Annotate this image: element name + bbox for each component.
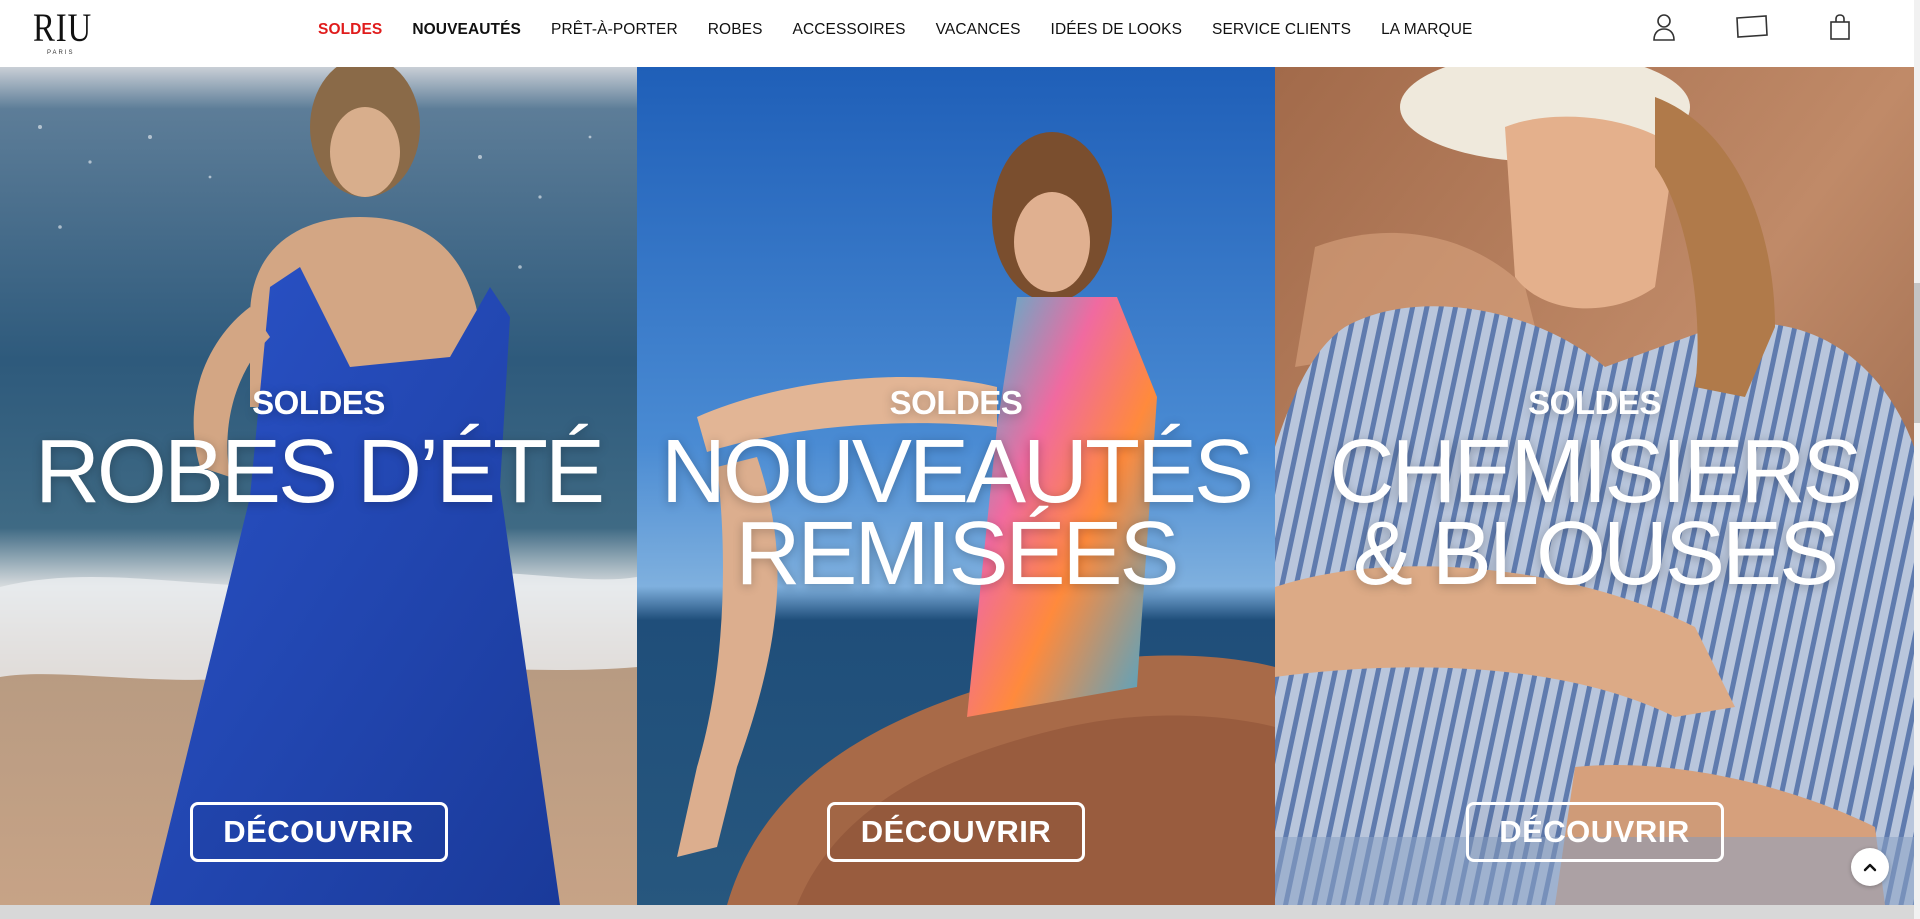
banner-text: SOLDES CHEMISIERS & BLOUSES xyxy=(1275,383,1914,604)
discover-button[interactable]: DÉCOUVRIR xyxy=(827,802,1085,862)
logo-text: RIU xyxy=(33,5,92,50)
nav-item-la-marque[interactable]: LA MARQUE xyxy=(1381,21,1472,39)
site-header: RIU PARIS SOLDES NOUVEAUTÉS PRÊT-À-PORTE… xyxy=(0,0,1914,67)
banner-text: SOLDES NOUVEAUTÉS REMISÉES xyxy=(637,383,1275,604)
page-bottom-strip xyxy=(0,905,1914,919)
nav-item-accessoires[interactable]: ACCESSOIRES xyxy=(793,21,906,39)
banner-robes-d-ete[interactable]: SOLDES ROBES D’ÉTÉ DÉCOUVRIR xyxy=(0,67,637,905)
logo-subtext: PARIS xyxy=(47,50,75,56)
banner-kicker: SOLDES xyxy=(1528,384,1661,421)
chevron-up-icon xyxy=(1863,863,1877,872)
nav-item-soldes[interactable]: SOLDES xyxy=(318,21,382,39)
nav-item-nouveautes[interactable]: NOUVEAUTÉS xyxy=(412,21,521,39)
banner-chemisiers-blouses[interactable]: SOLDES CHEMISIERS & BLOUSES DÉCOUVRIR xyxy=(1275,67,1914,905)
banner-headline: NOUVEAUTÉS REMISÉES xyxy=(660,422,1254,604)
banner-headline: CHEMISIERS & BLOUSES xyxy=(1329,422,1862,604)
brand-logo[interactable]: RIU PARIS xyxy=(33,5,92,57)
gift-card-icon[interactable] xyxy=(1732,10,1772,44)
back-to-top-button[interactable] xyxy=(1851,848,1889,886)
account-icon[interactable] xyxy=(1644,10,1684,44)
main-nav: SOLDES NOUVEAUTÉS PRÊT-À-PORTER ROBES AC… xyxy=(318,0,1502,60)
discover-button[interactable]: DÉCOUVRIR xyxy=(1465,802,1724,862)
banner-headline: ROBES D’ÉTÉ xyxy=(34,422,605,522)
nav-item-service-clients[interactable]: SERVICE CLIENTS xyxy=(1212,21,1351,39)
shopping-bag-icon[interactable] xyxy=(1820,10,1860,44)
scrollbar-thumb[interactable] xyxy=(1914,283,1920,423)
nav-item-vacances[interactable]: VACANCES xyxy=(936,21,1021,39)
banner-text: SOLDES ROBES D’ÉTÉ xyxy=(0,383,637,522)
banner-kicker: SOLDES xyxy=(252,384,385,421)
nav-item-idees-de-looks[interactable]: IDÉES DE LOOKS xyxy=(1051,21,1182,39)
banner-kicker: SOLDES xyxy=(889,384,1023,421)
banner-nouveautes-remisees[interactable]: SOLDES NOUVEAUTÉS REMISÉES DÉCOUVRIR xyxy=(637,67,1275,905)
header-actions xyxy=(1596,10,1860,50)
nav-item-pret-a-porter[interactable]: PRÊT-À-PORTER xyxy=(551,21,678,39)
page-scrollbar[interactable] xyxy=(1914,0,1920,919)
nav-item-robes[interactable]: ROBES xyxy=(708,21,763,39)
hero-banners: SOLDES ROBES D’ÉTÉ DÉCOUVRIR SOLDES NOUV… xyxy=(0,67,1914,905)
discover-button[interactable]: DÉCOUVRIR xyxy=(189,802,448,862)
